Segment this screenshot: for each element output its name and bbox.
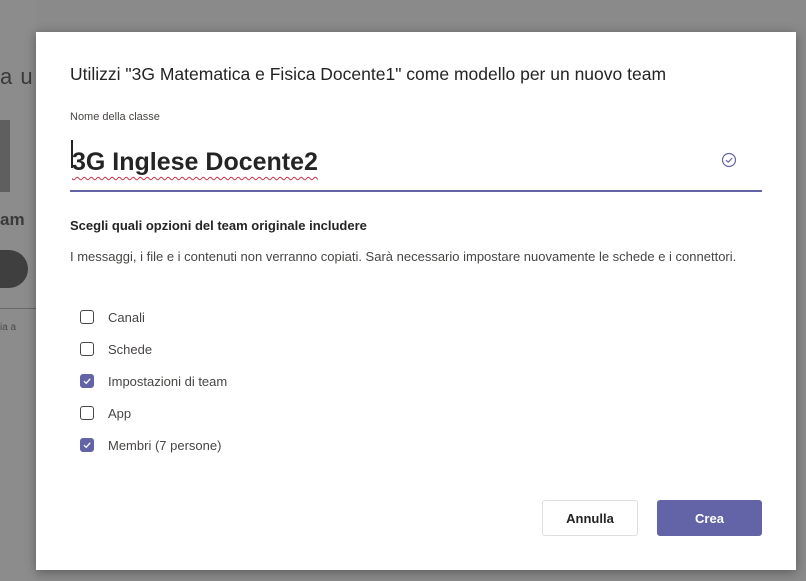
option-label: App — [108, 405, 132, 421]
option-label: Impostazioni di team — [108, 373, 228, 389]
background-divider — [0, 308, 36, 309]
background-text: am — [0, 210, 25, 229]
class-name-label: Nome della classe — [70, 111, 160, 123]
option-canali[interactable]: Canali — [80, 307, 145, 327]
dialog-title: Utilizzi "3G Matematica e Fisica Docente… — [70, 64, 667, 84]
background-text: ia a — [0, 322, 17, 333]
option-label: Canali — [108, 309, 145, 325]
cancel-button[interactable]: Annulla — [542, 500, 638, 536]
background-bar — [0, 120, 10, 192]
option-schede[interactable]: Schede — [80, 339, 152, 359]
class-name-field[interactable]: 3G Inglese Docente2 — [70, 140, 762, 192]
option-label: Membri (7 persone) — [108, 437, 222, 453]
background-text: a u — [0, 64, 34, 89]
options-title: Scegli quali opzioni del team originale … — [70, 218, 367, 233]
options-description: I messaggi, i file e i contenuti non ver… — [70, 249, 737, 264]
checkbox[interactable] — [80, 342, 94, 356]
checkbox[interactable] — [80, 374, 94, 388]
create-button[interactable]: Crea — [657, 500, 762, 536]
option-app[interactable]: App — [80, 403, 131, 423]
checkbox[interactable] — [80, 406, 94, 420]
checkbox[interactable] — [80, 310, 94, 324]
option-impostazioni-team[interactable]: Impostazioni di team — [80, 371, 227, 391]
checkbox[interactable] — [80, 438, 94, 452]
option-membri[interactable]: Membri (7 persone) — [80, 435, 221, 455]
create-team-dialog: Utilizzi "3G Matematica e Fisica Docente… — [36, 32, 796, 570]
option-label: Schede — [108, 341, 153, 357]
class-name-value[interactable]: 3G Inglese Docente2 — [72, 148, 318, 177]
check-circle-icon — [720, 151, 738, 169]
